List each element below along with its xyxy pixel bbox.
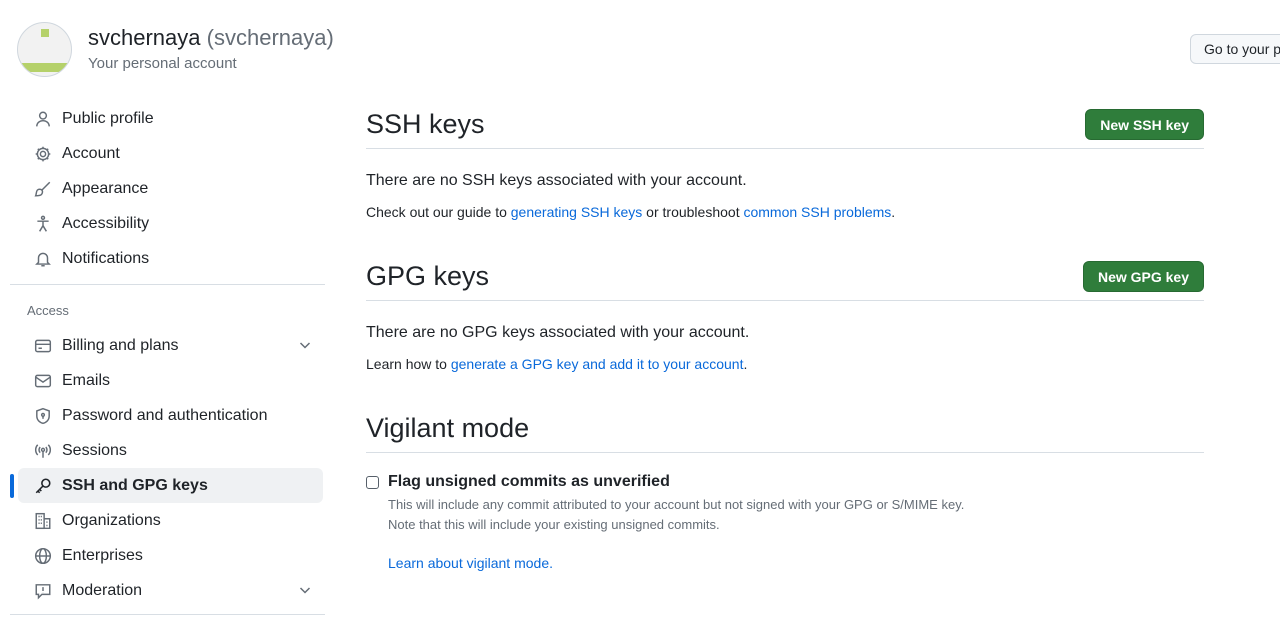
generate-gpg-key-link[interactable]: generate a GPG key and add it to your ac… bbox=[451, 356, 744, 372]
bell-icon bbox=[33, 249, 53, 269]
vigilant-checkbox-row[interactable]: Flag unsigned commits as unverified bbox=[366, 473, 1204, 491]
vigilant-desc-line: Note that this will include your existin… bbox=[388, 517, 720, 532]
sidebar-bottom-divider bbox=[10, 614, 325, 615]
note-text: . bbox=[743, 356, 748, 372]
learn-vigilant-mode-link[interactable]: Learn about vigilant mode. bbox=[388, 555, 1204, 571]
shield-lock-icon bbox=[33, 406, 53, 426]
note-text: Check out our guide to bbox=[366, 204, 511, 220]
note-text: or troubleshoot bbox=[642, 204, 744, 220]
vigilant-desc-line: This will include any commit attributed … bbox=[388, 497, 965, 512]
user-name: svchernaya (svchernaya) bbox=[88, 24, 334, 52]
sidebar-item-label: Enterprises bbox=[62, 546, 143, 564]
sidebar-item-notifications[interactable]: Notifications bbox=[18, 241, 323, 276]
ssh-empty-message: There are no SSH keys associated with yo… bbox=[366, 172, 747, 189]
display-name[interactable]: svchernaya bbox=[88, 25, 201, 50]
sidebar-item-label: Notifications bbox=[62, 249, 150, 267]
user-block: svchernaya (svchernaya) Your personal ac… bbox=[88, 24, 334, 74]
settings-sidebar: Public profile Account Appearance Access… bbox=[10, 101, 325, 608]
sidebar-group-access: Access bbox=[27, 303, 69, 318]
sidebar-item-label: Public profile bbox=[62, 109, 154, 127]
sidebar-item-label: Account bbox=[62, 144, 120, 162]
organization-icon bbox=[33, 511, 53, 531]
main-content: SSH keys New SSH key There are no SSH ke… bbox=[366, 101, 1204, 571]
sidebar-item-label: SSH and GPG keys bbox=[62, 476, 208, 494]
person-icon bbox=[33, 109, 53, 129]
new-ssh-key-button[interactable]: New SSH key bbox=[1085, 109, 1204, 140]
gpg-empty-message: There are no GPG keys associated with yo… bbox=[366, 324, 750, 341]
vigilant-description: This will include any commit attributed … bbox=[388, 495, 1204, 535]
sidebar-item-label: Moderation bbox=[62, 581, 143, 599]
generating-ssh-keys-link[interactable]: generating SSH keys bbox=[511, 204, 643, 220]
note-text: . bbox=[891, 204, 896, 220]
sidebar-item-appearance[interactable]: Appearance bbox=[18, 171, 323, 206]
mail-icon bbox=[33, 371, 53, 391]
sidebar-item-label: Sessions bbox=[62, 441, 127, 459]
ssh-section-header: SSH keys New SSH key bbox=[366, 101, 1204, 149]
sidebar-item-account[interactable]: Account bbox=[18, 136, 323, 171]
chevron-down-icon[interactable] bbox=[297, 337, 313, 353]
gpg-section-header: GPG keys New GPG key bbox=[366, 253, 1204, 301]
sidebar-item-billing[interactable]: Billing and plans bbox=[18, 328, 323, 363]
flag-unsigned-label[interactable]: Flag unsigned commits as unverified bbox=[388, 473, 670, 491]
active-indicator bbox=[10, 474, 14, 498]
vigilant-mode-section: Vigilant mode Flag unsigned commits as u… bbox=[366, 405, 1204, 571]
credit-card-icon bbox=[33, 336, 53, 356]
sidebar-item-enterprises[interactable]: Enterprises bbox=[18, 538, 323, 573]
gpg-keys-section: GPG keys New GPG key There are no GPG ke… bbox=[366, 253, 1204, 374]
sidebar-item-moderation[interactable]: Moderation bbox=[18, 573, 323, 608]
broadcast-icon bbox=[33, 441, 53, 461]
sidebar-item-label: Organizations bbox=[62, 511, 161, 529]
avatar[interactable] bbox=[17, 21, 72, 77]
sidebar-item-accessibility[interactable]: Accessibility bbox=[18, 206, 323, 241]
report-icon bbox=[33, 581, 53, 601]
paintbrush-icon bbox=[33, 179, 53, 199]
chevron-down-icon[interactable] bbox=[297, 582, 313, 598]
sidebar-item-password[interactable]: Password and authentication bbox=[18, 398, 323, 433]
vigilant-section-header: Vigilant mode bbox=[366, 405, 1204, 453]
accessibility-icon bbox=[33, 214, 53, 234]
ssh-keys-section: SSH keys New SSH key There are no SSH ke… bbox=[366, 101, 1204, 222]
sidebar-item-emails[interactable]: Emails bbox=[18, 363, 323, 398]
account-header: svchernaya (svchernaya) Your personal ac… bbox=[17, 21, 334, 77]
key-icon bbox=[33, 476, 53, 496]
ssh-guide-note: Check out our guide to generating SSH ke… bbox=[366, 202, 1204, 222]
note-text: Learn how to bbox=[366, 356, 451, 372]
avatar-pixel bbox=[41, 28, 49, 37]
common-ssh-problems-link[interactable]: common SSH problems bbox=[743, 204, 891, 220]
gpg-section-title: GPG keys bbox=[366, 261, 490, 291]
go-to-profile-button[interactable]: Go to your personal profile bbox=[1190, 34, 1280, 64]
sidebar-item-label: Accessibility bbox=[62, 214, 150, 232]
gear-icon bbox=[33, 144, 53, 164]
login-name: (svchernaya) bbox=[206, 25, 334, 50]
sidebar-item-ssh-gpg-keys[interactable]: SSH and GPG keys bbox=[10, 468, 323, 503]
sidebar-item-public-profile[interactable]: Public profile bbox=[18, 101, 323, 136]
flag-unsigned-checkbox[interactable] bbox=[366, 476, 379, 489]
avatar-stripe bbox=[22, 62, 69, 72]
sidebar-item-label: Emails bbox=[62, 371, 111, 389]
gpg-guide-note: Learn how to generate a GPG key and add … bbox=[366, 354, 1204, 374]
sidebar-item-label: Password and authentication bbox=[62, 406, 268, 424]
new-gpg-key-button[interactable]: New GPG key bbox=[1082, 261, 1204, 292]
ssh-section-title: SSH keys bbox=[366, 109, 485, 139]
sidebar-item-organizations[interactable]: Organizations bbox=[18, 503, 323, 538]
sidebar-divider bbox=[10, 284, 325, 285]
vigilant-section-title: Vigilant mode bbox=[366, 413, 530, 443]
account-subtitle: Your personal account bbox=[88, 55, 237, 72]
sidebar-item-label: Appearance bbox=[62, 179, 149, 197]
sidebar-item-sessions[interactable]: Sessions bbox=[18, 433, 323, 468]
globe-icon bbox=[33, 546, 53, 566]
sidebar-item-label: Billing and plans bbox=[62, 336, 179, 354]
